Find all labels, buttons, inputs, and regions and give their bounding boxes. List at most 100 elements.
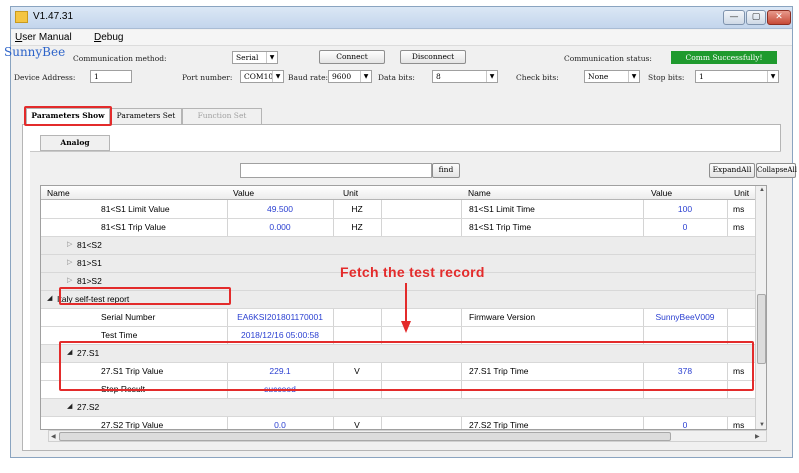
scroll-down-icon[interactable]: ▼ <box>759 422 765 428</box>
cell-name: Step Result <box>101 384 145 394</box>
data-bits-value: 8 <box>436 72 441 81</box>
table-row[interactable]: Step Result succeed <box>41 381 755 399</box>
vertical-scroll-thumb[interactable] <box>757 294 766 364</box>
tab-function-set[interactable]: Function Set <box>182 108 262 124</box>
stop-bits-label: Stop bits: <box>648 73 685 82</box>
cell-unit: ms <box>733 222 745 232</box>
collapse-icon[interactable]: ◢ <box>67 348 72 356</box>
collapse-icon[interactable]: ◢ <box>67 402 72 410</box>
chevron-down-icon: ▼ <box>360 71 371 82</box>
cell-unit: ms <box>733 204 745 214</box>
chevron-down-icon: ▼ <box>767 71 778 82</box>
menu-bar: User Manual Debug <box>11 30 792 46</box>
find-button[interactable]: find <box>432 163 460 178</box>
cell-name: 27.S2 Trip Time <box>469 420 529 430</box>
title-bar[interactable]: V1.47.31 — ▢ ✕ <box>11 7 792 29</box>
cell-value: 0 <box>682 420 688 430</box>
port-select[interactable]: COM10 ▼ <box>240 70 284 83</box>
window-title: V1.47.31 <box>33 11 74 22</box>
cell-value: 378 <box>677 366 693 376</box>
cell-value: 2018/12/16 05:00:58 <box>241 330 319 340</box>
collapse-icon[interactable]: ◢ <box>47 294 52 302</box>
cell-name: Test Time <box>101 330 138 340</box>
group-row[interactable]: ◢ 27.S1 <box>41 345 755 363</box>
search-input[interactable] <box>240 163 432 178</box>
cell-value: 0.000 <box>269 222 291 232</box>
col-name-header: Name <box>47 188 70 198</box>
cell-value: 0 <box>682 222 688 232</box>
baud-value: 9600 <box>332 72 352 81</box>
baud-label: Baud rate: <box>288 73 329 82</box>
check-bits-select[interactable]: None ▼ <box>584 70 640 83</box>
method-value: Serial <box>236 53 259 62</box>
cell-unit: ms <box>733 420 745 430</box>
cell-value: 0.0 <box>274 420 286 430</box>
stop-bits-select[interactable]: 1 ▼ <box>695 70 779 83</box>
vertical-scrollbar[interactable]: ▲ ▼ <box>755 186 766 429</box>
menu-user-manual-label: ser Manual <box>22 32 72 43</box>
cell-name: 81<S1 Trip Time <box>469 222 532 232</box>
collapse-all-button[interactable]: CollapseAll <box>756 163 797 178</box>
status-label: Communication status: <box>564 54 652 63</box>
table-row[interactable]: 27.S1 Trip Value 229.1 V 27.S1 Trip Time 378… <box>41 363 755 381</box>
col-value-header: Value <box>233 188 255 198</box>
port-label: Port number: <box>182 73 233 82</box>
cell-value: 49.500 <box>267 204 293 214</box>
table-row[interactable]: 81<S1 Trip Value 0.000 HZ 81<S1 Trip Time 0 m… <box>41 219 755 237</box>
cell-name: Firmware Version <box>469 312 536 322</box>
cell-value: EA6KSI201801170001 <box>237 312 323 322</box>
data-bits-select[interactable]: 8 ▼ <box>432 70 498 83</box>
status-badge: Comm Successfully! <box>671 51 777 64</box>
menu-user-manual[interactable]: User Manual <box>15 32 72 43</box>
cell-value: SunnyBeeV009 <box>655 312 715 322</box>
cell-value: 229.1 <box>269 366 291 376</box>
group-label: 81>S2 <box>77 276 102 286</box>
cell-name: 81<S1 Limit Time <box>469 204 535 214</box>
group-row[interactable]: ◢ 27.S2 <box>41 399 755 417</box>
group-row[interactable]: ▷ 81<S2 <box>41 237 755 255</box>
grid-header: Name Value Unit Name Value Unit <box>41 186 766 200</box>
maximize-button[interactable]: ▢ <box>746 10 766 25</box>
cell-unit: V <box>354 366 360 376</box>
menu-debug[interactable]: Debug <box>94 32 123 43</box>
table-row[interactable]: 81<S1 Limit Value 49.500 HZ 81<S1 Limit Tim… <box>41 201 755 219</box>
disconnect-button[interactable]: Disconnect <box>400 50 466 64</box>
close-button[interactable]: ✕ <box>767 10 791 25</box>
connect-button[interactable]: Connect <box>319 50 385 64</box>
expand-all-button[interactable]: ExpandAll <box>709 163 755 178</box>
table-row[interactable]: 27.S2 Trip Value 0.0 V 27.S2 Trip Time 0 ms <box>41 417 755 430</box>
cell-value: succeed <box>264 384 296 394</box>
expand-icon[interactable]: ▷ <box>67 240 72 248</box>
cell-name: 27.S2 Trip Value <box>101 420 164 430</box>
cell-unit: ms <box>733 366 745 376</box>
tab-parameters-set[interactable]: Parameters Set <box>110 108 182 124</box>
scroll-right-icon[interactable]: ▶ <box>755 433 760 440</box>
device-address-label: Device Address: <box>14 73 76 82</box>
group-label: 27.S2 <box>77 402 100 412</box>
parameter-grid: Name Value Unit Name Value Unit 81<S1 Li… <box>40 185 767 430</box>
annotation-text: Fetch the test record <box>340 264 485 280</box>
tab-analog[interactable]: Analog <box>40 135 110 151</box>
table-row[interactable]: Test Time 2018/12/16 05:00:58 <box>41 327 755 345</box>
baud-select[interactable]: 9600 ▼ <box>328 70 372 83</box>
group-label: 81>S1 <box>77 258 102 268</box>
cell-unit: HZ <box>351 222 363 232</box>
arrow-down-icon <box>401 321 411 333</box>
cell-name: 81<S1 Trip Value <box>101 222 166 232</box>
scroll-up-icon[interactable]: ▲ <box>759 187 765 193</box>
table-row[interactable]: Serial Number EA6KSI201801170001 Firmware … <box>41 309 755 327</box>
group-label: 27.S1 <box>77 348 100 358</box>
expand-icon[interactable]: ▷ <box>67 258 72 266</box>
method-select[interactable]: Serial ▼ <box>232 51 278 64</box>
minimize-button[interactable]: — <box>723 10 745 25</box>
scroll-left-icon[interactable]: ◀ <box>51 433 56 440</box>
horizontal-scrollbar[interactable]: ◀ ▶ <box>48 430 767 442</box>
col-name2-header: Name <box>468 188 491 198</box>
expand-icon[interactable]: ▷ <box>67 276 72 284</box>
group-row[interactable]: ◢ Italy self-test report <box>41 291 755 309</box>
cell-value: 100 <box>677 204 693 214</box>
col-unit2-header: Unit <box>734 188 750 198</box>
horizontal-scroll-thumb[interactable] <box>59 432 671 441</box>
tab-parameters-show[interactable]: Parameters Show <box>26 108 110 124</box>
device-address-input[interactable]: 1 <box>90 70 132 83</box>
